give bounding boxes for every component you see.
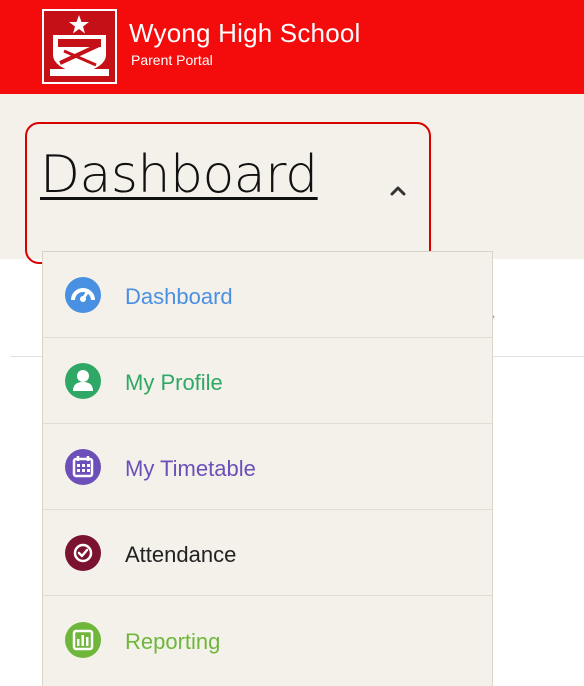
menu-item-my-profile[interactable]: My Profile <box>43 338 492 424</box>
school-crest-logo[interactable] <box>42 9 117 84</box>
menu-item-my-timetable[interactable]: My Timetable <box>43 424 492 510</box>
person-icon <box>65 363 101 399</box>
menu-item-label: My Timetable <box>125 456 256 481</box>
menu-item-reporting[interactable]: Reporting <box>43 596 492 682</box>
menu-item-label: Attendance <box>125 542 237 567</box>
portal-name: Parent Portal <box>131 52 213 68</box>
navigation-dropdown-menu: Dashboard My Profile My Timetable Attend… <box>42 251 493 686</box>
menu-item-dashboard[interactable]: Dashboard <box>43 252 492 338</box>
bar-chart-icon <box>65 622 101 658</box>
menu-item-attendance[interactable]: Attendance <box>43 510 492 596</box>
annotation-highlight-box <box>25 122 431 264</box>
menu-item-label: Reporting <box>125 629 221 654</box>
menu-item-label: Dashboard <box>125 284 233 309</box>
check-circle-icon <box>65 535 101 571</box>
calendar-icon <box>65 449 101 485</box>
top-bar: Wyong High School Parent Portal <box>0 0 584 94</box>
speedometer-icon <box>65 277 101 313</box>
menu-item-label: My Profile <box>125 370 223 395</box>
school-name: Wyong High School <box>129 18 361 48</box>
